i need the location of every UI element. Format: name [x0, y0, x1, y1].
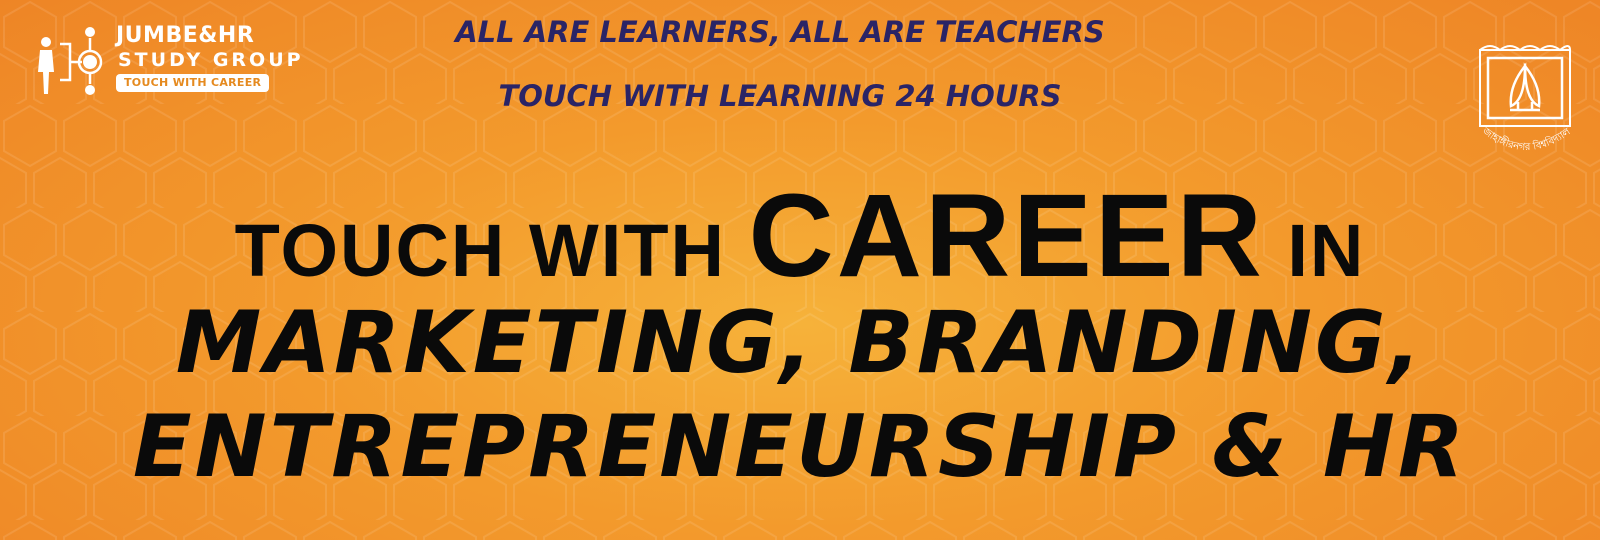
headline-touch-with-career: TOUCH WITH CAREER IN: [0, 168, 1600, 304]
logo-subtitle: STUDY GROUP: [118, 49, 304, 71]
tagline-learners: ALL ARE LEARNERS, ALL ARE TEACHERS: [455, 15, 1105, 49]
headline-marketing-branding: MARKETING, BRANDING,: [175, 293, 1425, 393]
headline-part-3: IN: [1264, 209, 1366, 292]
headline-part-1: TOUCH WITH: [234, 209, 749, 292]
university-seal-icon: জাহাঙ্গীরনগর বিশ্ববিদ্যালয়: [1460, 40, 1573, 153]
headline-entrepreneurship-hr: ENTREPRENEURSHIP & HR: [132, 397, 1468, 497]
headline-career: CAREER: [748, 170, 1265, 302]
tagline-24-hours: TOUCH WITH LEARNING 24 HOURS: [498, 79, 1062, 113]
banner: JUMBE&HR STUDY GROUP TOUCH WITH CAREER A…: [0, 0, 1600, 540]
